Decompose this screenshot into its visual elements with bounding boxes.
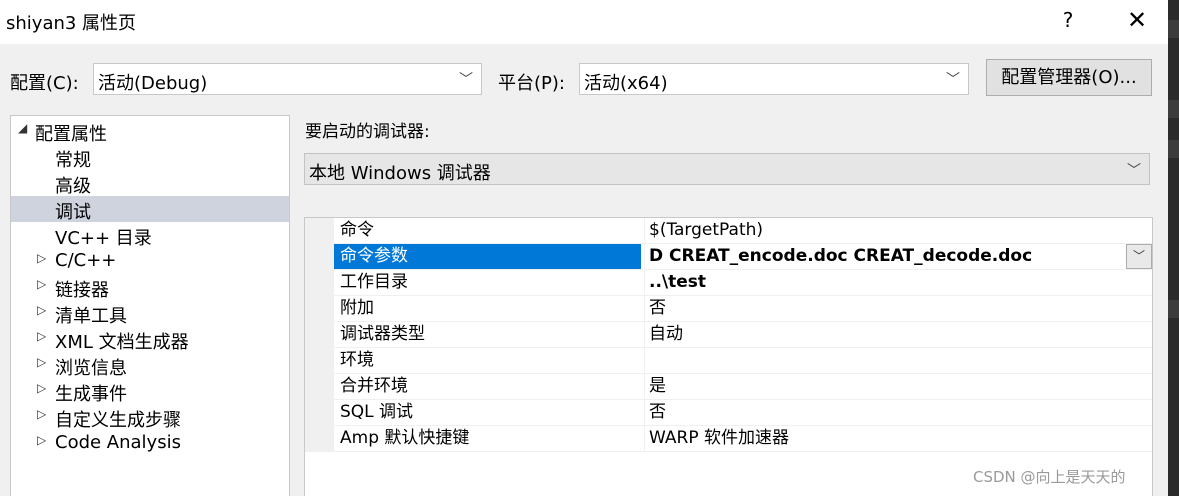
tree-item-config-properties[interactable]: ◢ 配置属性 bbox=[11, 118, 289, 145]
property-value[interactable]: D CREAT_encode.doc CREAT_decode.doc bbox=[644, 244, 1124, 269]
tree-item-label: VC++ 目录 bbox=[55, 228, 152, 249]
tree-item-advanced[interactable]: 高级 bbox=[11, 170, 289, 197]
help-button[interactable]: ? bbox=[1058, 8, 1078, 32]
grid-gutter bbox=[305, 218, 334, 452]
property-name: 环境 bbox=[340, 350, 374, 370]
property-value[interactable]: $(TargetPath) bbox=[644, 218, 1124, 243]
property-name: 合并环境 bbox=[340, 376, 408, 396]
tree-item-label: 链接器 bbox=[55, 280, 109, 301]
tree-item-c-cpp[interactable]: ▷ C/C++ bbox=[11, 248, 289, 274]
chevron-down-icon: ﹀ bbox=[1127, 163, 1141, 179]
property-row-attach[interactable]: 附加 否 bbox=[334, 296, 1152, 322]
property-row-working-directory[interactable]: 工作目录 ..\test bbox=[334, 270, 1152, 296]
expand-icon[interactable]: ▷ bbox=[37, 407, 46, 421]
close-button[interactable]: ✕ bbox=[1124, 6, 1150, 34]
property-row-command-arguments[interactable]: 命令参数 D CREAT_encode.doc CREAT_decode.doc… bbox=[334, 244, 1152, 270]
property-value[interactable]: WARP 软件加速器 bbox=[644, 426, 1124, 451]
debugger-select[interactable]: 本地 Windows 调试器 ﹀ bbox=[304, 153, 1150, 185]
tree-item-label: 浏览信息 bbox=[55, 358, 127, 379]
collapse-icon[interactable]: ◢ bbox=[18, 121, 27, 135]
tree-item-build-events[interactable]: ▷ 生成事件 bbox=[11, 378, 289, 405]
chevron-down-icon[interactable]: ﹀ bbox=[1126, 244, 1152, 269]
debugger-select-value: 本地 Windows 调试器 bbox=[309, 163, 491, 184]
tree-item-label: 常规 bbox=[55, 150, 91, 171]
property-value[interactable]: 是 bbox=[644, 374, 1124, 399]
expand-icon[interactable]: ▷ bbox=[37, 433, 46, 447]
property-name: SQL 调试 bbox=[340, 402, 414, 422]
expand-icon[interactable]: ▷ bbox=[37, 329, 46, 343]
expand-icon[interactable]: ▷ bbox=[37, 381, 46, 395]
expand-icon[interactable]: ▷ bbox=[37, 277, 46, 291]
expand-icon[interactable]: ▷ bbox=[37, 251, 46, 265]
platform-select-value: 活动(x64) bbox=[584, 73, 668, 94]
chevron-down-icon: ﹀ bbox=[946, 72, 960, 88]
debugger-label: 要启动的调试器: bbox=[305, 122, 430, 142]
tree-item-label: 调试 bbox=[55, 202, 91, 223]
tree-item-label: Code Analysis bbox=[55, 432, 181, 453]
property-value[interactable] bbox=[644, 348, 1124, 373]
property-row-merge-environment[interactable]: 合并环境 是 bbox=[334, 374, 1152, 400]
platform-label: 平台(P): bbox=[498, 73, 565, 94]
property-row-sql-debugging[interactable]: SQL 调试 否 bbox=[334, 400, 1152, 426]
expand-icon[interactable]: ▷ bbox=[37, 303, 46, 317]
config-select-value: 活动(Debug) bbox=[98, 73, 208, 94]
tree-item-label: 配置属性 bbox=[35, 124, 107, 145]
property-name: Amp 默认快捷键 bbox=[340, 428, 470, 448]
tree-item-custom-build-step[interactable]: ▷ 自定义生成步骤 bbox=[11, 404, 289, 431]
tree-item-vc-directories[interactable]: VC++ 目录 bbox=[11, 222, 289, 249]
configuration-manager-button[interactable]: 配置管理器(O)... bbox=[986, 59, 1152, 96]
tree-item-label: XML 文档生成器 bbox=[55, 332, 189, 353]
tree-item-label: 清单工具 bbox=[55, 306, 127, 327]
window-title: shiyan3 属性页 bbox=[6, 13, 137, 34]
property-value[interactable]: 否 bbox=[644, 400, 1124, 425]
tree-item-xml-doc-generator[interactable]: ▷ XML 文档生成器 bbox=[11, 326, 289, 353]
property-name: 调试器类型 bbox=[340, 324, 425, 344]
property-name: 命令参数 bbox=[334, 244, 641, 269]
config-label: 配置(C): bbox=[10, 73, 79, 94]
title-bar: shiyan3 属性页 ? ✕ bbox=[0, 0, 1168, 44]
tree-item-browse-info[interactable]: ▷ 浏览信息 bbox=[11, 352, 289, 379]
property-value[interactable]: ..\test bbox=[644, 270, 1124, 295]
property-value[interactable]: 自动 bbox=[644, 322, 1124, 347]
watermark: CSDN @向上是天天的 bbox=[973, 468, 1126, 486]
chevron-down-icon: ﹀ bbox=[459, 72, 473, 88]
expand-icon[interactable]: ▷ bbox=[37, 355, 46, 369]
property-name: 命令 bbox=[340, 220, 374, 240]
property-row-command[interactable]: 命令 $(TargetPath) bbox=[334, 218, 1152, 244]
tree-item-label: C/C++ bbox=[55, 250, 117, 271]
tree-item-code-analysis[interactable]: ▷ Code Analysis bbox=[11, 430, 289, 456]
property-row-environment[interactable]: 环境 bbox=[334, 348, 1152, 374]
tree-item-label: 自定义生成步骤 bbox=[55, 410, 181, 431]
property-value[interactable]: 否 bbox=[644, 296, 1124, 321]
background-window-edge bbox=[1168, 0, 1179, 496]
tree-item-debugging[interactable]: 调试 bbox=[11, 196, 289, 223]
property-grid: 命令 $(TargetPath) 命令参数 D CREAT_encode.doc… bbox=[304, 217, 1153, 496]
property-name: 附加 bbox=[340, 298, 374, 318]
property-row-debugger-type[interactable]: 调试器类型 自动 bbox=[334, 322, 1152, 348]
property-name: 工作目录 bbox=[340, 272, 408, 292]
tree-item-label: 高级 bbox=[55, 176, 91, 197]
tree-item-manifest-tool[interactable]: ▷ 清单工具 bbox=[11, 300, 289, 327]
tree-item-linker[interactable]: ▷ 链接器 bbox=[11, 274, 289, 301]
config-select[interactable]: 活动(Debug) ﹀ bbox=[93, 63, 482, 95]
tree-item-general[interactable]: 常规 bbox=[11, 144, 289, 171]
property-row-amp-default-accelerator[interactable]: Amp 默认快捷键 WARP 软件加速器 bbox=[334, 426, 1152, 452]
platform-select[interactable]: 活动(x64) ﹀ bbox=[579, 63, 969, 95]
property-tree: ◢ 配置属性 常规 高级 调试 VC++ 目录 ▷ C/C++ ▷ 链接器 ▷ … bbox=[10, 115, 290, 496]
tree-item-label: 生成事件 bbox=[55, 384, 127, 405]
